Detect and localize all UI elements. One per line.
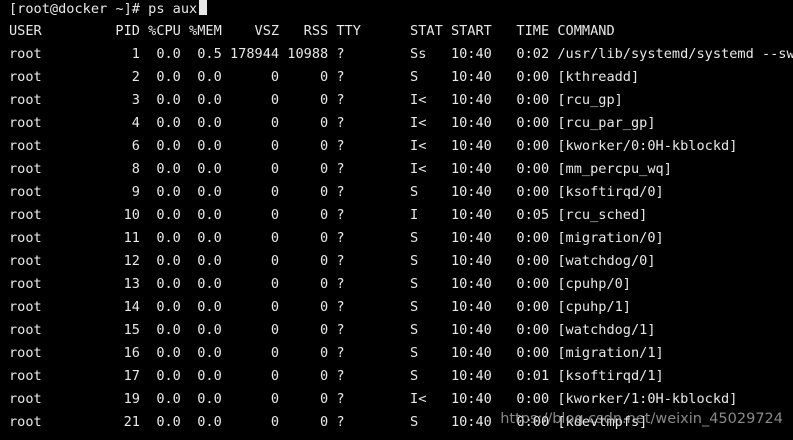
process-row: root 15 0.0 0.0 0 0 ? S 10:40 0:00 [watc… xyxy=(9,322,656,338)
process-row: root 1 0.0 0.5 178944 10988 ? Ss 10:40 0… xyxy=(9,46,793,62)
process-row: root 14 0.0 0.0 0 0 ? S 10:40 0:00 [cpuh… xyxy=(9,299,631,315)
process-row: root 11 0.0 0.0 0 0 ? S 10:40 0:00 [migr… xyxy=(9,230,664,246)
process-row: root 3 0.0 0.0 0 0 ? I< 10:40 0:00 [rcu_… xyxy=(9,92,623,108)
process-row: root 17 0.0 0.0 0 0 ? S 10:40 0:01 [ksof… xyxy=(9,368,664,384)
prompt-line: [root@docker ~]# ps aux xyxy=(9,0,208,21)
process-row: root 16 0.0 0.0 0 0 ? S 10:40 0:00 [migr… xyxy=(9,345,664,361)
prompt-text: [root@docker ~]# ps aux xyxy=(9,1,198,17)
process-row: root 9 0.0 0.0 0 0 ? S 10:40 0:00 [ksoft… xyxy=(9,184,664,200)
process-row: root 12 0.0 0.0 0 0 ? S 10:40 0:00 [watc… xyxy=(9,253,656,269)
terminal-window[interactable]: [root@docker ~]# ps aux USER PID %CPU %M… xyxy=(0,0,793,440)
process-row: root 4 0.0 0.0 0 0 ? I< 10:40 0:00 [rcu_… xyxy=(9,115,656,131)
process-row: root 13 0.0 0.0 0 0 ? S 10:40 0:00 [cpuh… xyxy=(9,276,631,292)
process-row: root 19 0.0 0.0 0 0 ? I< 10:40 0:00 [kwo… xyxy=(9,391,738,407)
process-row: root 2 0.0 0.0 0 0 ? S 10:40 0:00 [kthre… xyxy=(9,69,640,85)
process-row: root 6 0.0 0.0 0 0 ? I< 10:40 0:00 [kwor… xyxy=(9,138,738,154)
process-row: root 10 0.0 0.0 0 0 ? I 10:40 0:05 [rcu_… xyxy=(9,207,648,223)
terminal-cursor xyxy=(199,0,208,15)
process-row: root 8 0.0 0.0 0 0 ? I< 10:40 0:00 [mm_p… xyxy=(9,161,672,177)
ps-header-row: USER PID %CPU %MEM VSZ RSS TTY STAT STAR… xyxy=(9,23,615,39)
process-row: root 21 0.0 0.0 0 0 ? S 10:40 0:00 [kdev… xyxy=(9,414,648,430)
